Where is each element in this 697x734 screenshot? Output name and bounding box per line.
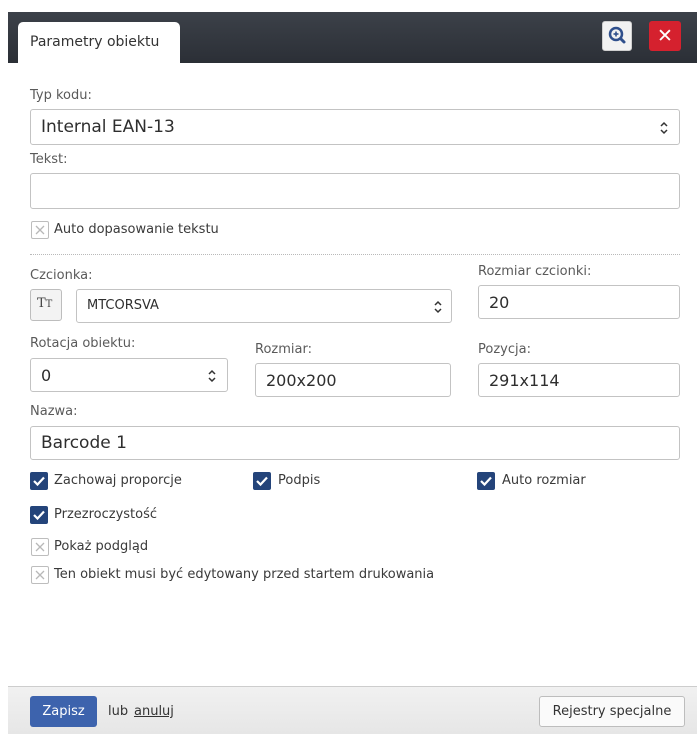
select-arrows-icon xyxy=(660,121,668,135)
font-value: MTCORSVA xyxy=(87,298,159,313)
caption-checkbox[interactable] xyxy=(253,472,271,490)
checkmark-icon xyxy=(480,476,492,487)
rotation-select[interactable]: 0 xyxy=(30,358,228,392)
text-label: Tekst: xyxy=(30,152,68,167)
rotation-label: Rotacja obiektu: xyxy=(30,336,136,351)
rotation-value: 0 xyxy=(41,366,52,385)
cancel-link[interactable]: anuluj xyxy=(134,696,174,727)
checkmark-icon xyxy=(256,476,268,487)
section-divider xyxy=(30,254,680,255)
code-type-label: Typ kodu: xyxy=(30,88,92,103)
tab-object-parameters[interactable]: Parametry obiektu xyxy=(18,22,180,63)
name-label: Nazwa: xyxy=(30,404,78,419)
special-registers-button[interactable]: Rejestry specjalne xyxy=(539,696,685,727)
select-arrows-icon xyxy=(208,369,216,383)
font-size-label: Rozmiar czcionki: xyxy=(478,264,592,279)
dialog-titlebar: Parametry obiektu ✕ xyxy=(8,12,697,63)
show-preview-label: Pokaż podgląd xyxy=(54,539,149,554)
save-button[interactable]: Zapisz xyxy=(30,696,97,727)
auto-fit-text-label: Auto dopasowanie tekstu xyxy=(54,222,219,237)
font-size-input[interactable] xyxy=(478,285,680,319)
or-text: lub xyxy=(108,704,129,719)
keep-proportions-label: Zachowaj proporcje xyxy=(54,473,182,488)
name-input[interactable] xyxy=(30,426,680,460)
font-style-icon: TT xyxy=(37,296,53,311)
font-style-button[interactable]: TT xyxy=(30,289,62,321)
close-icon: ✕ xyxy=(657,25,673,47)
font-label: Czcionka: xyxy=(30,268,93,283)
checkmark-icon xyxy=(33,476,45,487)
x-mark-icon xyxy=(35,542,45,552)
keep-proportions-checkbox[interactable] xyxy=(30,472,48,490)
top-strip xyxy=(0,0,697,12)
zoom-button[interactable] xyxy=(602,21,632,51)
code-type-value: Internal EAN-13 xyxy=(41,117,175,137)
x-mark-icon xyxy=(35,570,45,580)
show-preview-checkbox[interactable] xyxy=(31,538,49,556)
checkmark-icon xyxy=(33,510,45,521)
position-input[interactable] xyxy=(478,363,680,397)
x-mark-icon xyxy=(35,225,45,235)
close-button[interactable]: ✕ xyxy=(649,21,681,51)
auto-fit-text-checkbox[interactable] xyxy=(31,221,49,239)
select-arrows-icon xyxy=(434,300,442,314)
transparency-label: Przezroczystość xyxy=(54,507,158,522)
edit-before-print-label: Ten obiekt musi być edytowany przed star… xyxy=(54,567,435,582)
caption-label: Podpis xyxy=(278,473,321,488)
auto-size-checkbox[interactable] xyxy=(477,472,495,490)
position-label: Pozycja: xyxy=(478,342,531,357)
size-input[interactable] xyxy=(255,363,451,397)
transparency-checkbox[interactable] xyxy=(30,506,48,524)
auto-size-label: Auto rozmiar xyxy=(502,473,586,488)
dialog-footer: Zapisz lub anuluj Rejestry specjalne xyxy=(8,686,697,734)
edit-before-print-checkbox[interactable] xyxy=(31,566,49,584)
object-parameters-dialog: Parametry obiektu ✕ Typ kodu: Internal E… xyxy=(8,12,697,734)
zoom-in-icon xyxy=(608,26,626,44)
code-type-select[interactable]: Internal EAN-13 xyxy=(30,109,680,145)
size-label: Rozmiar: xyxy=(255,342,312,357)
text-input[interactable] xyxy=(30,173,680,209)
font-select[interactable]: MTCORSVA xyxy=(76,289,452,323)
